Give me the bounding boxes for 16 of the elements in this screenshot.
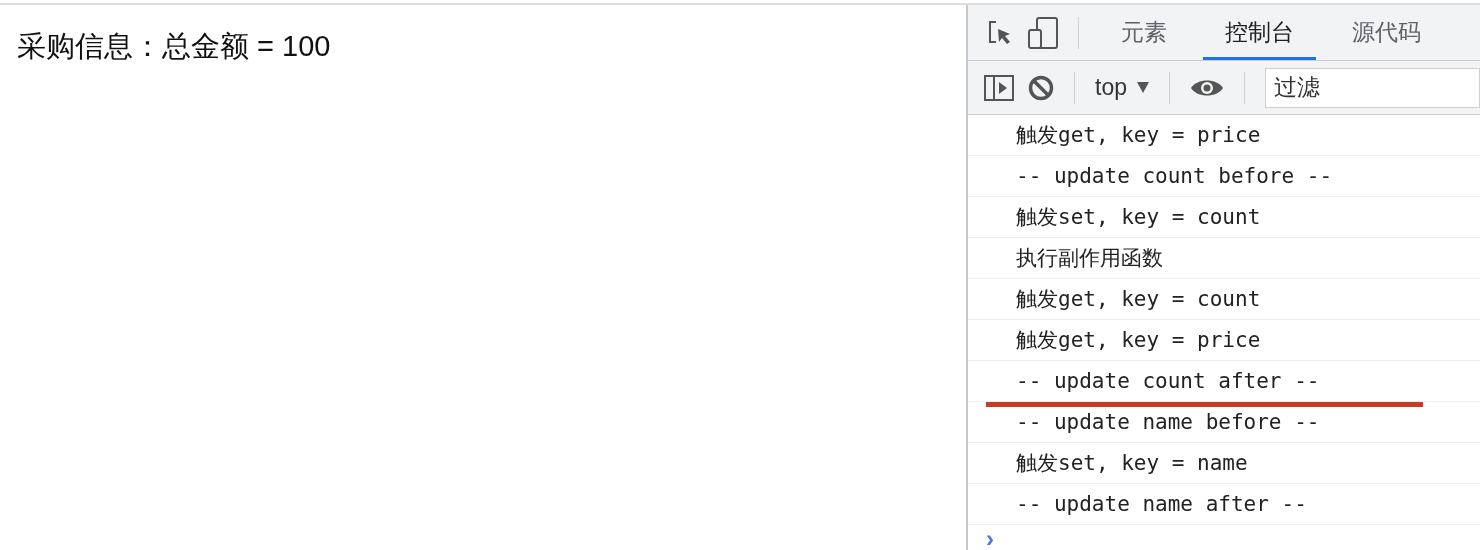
log-message: 触发get, key = price	[1016, 327, 1261, 354]
log-message: -- update name after --	[1016, 492, 1307, 516]
log-message: 触发set, key = name	[1016, 450, 1248, 477]
log-message: 执行副作用函数	[1016, 245, 1163, 272]
page-text: 采购信息：总金额 = 100	[17, 29, 332, 64]
log-message: -- update count after --	[1016, 369, 1320, 393]
log-message: -- update name before --	[1016, 410, 1320, 434]
log-message: -- update count before --	[1016, 164, 1333, 188]
panel-tab[interactable]: 源代码	[1330, 5, 1443, 60]
context-dropdown[interactable]: top	[1095, 74, 1149, 101]
filter-field[interactable]: 过滤	[1265, 67, 1480, 108]
log-message: 触发set, key = count	[1016, 204, 1261, 231]
panel-tab[interactable]: 元素	[1099, 5, 1189, 60]
log-message: 触发get, key = count	[1016, 286, 1261, 313]
console-prompt[interactable]: ›	[968, 525, 994, 550]
log-message: 触发get, key = price	[1016, 122, 1261, 149]
